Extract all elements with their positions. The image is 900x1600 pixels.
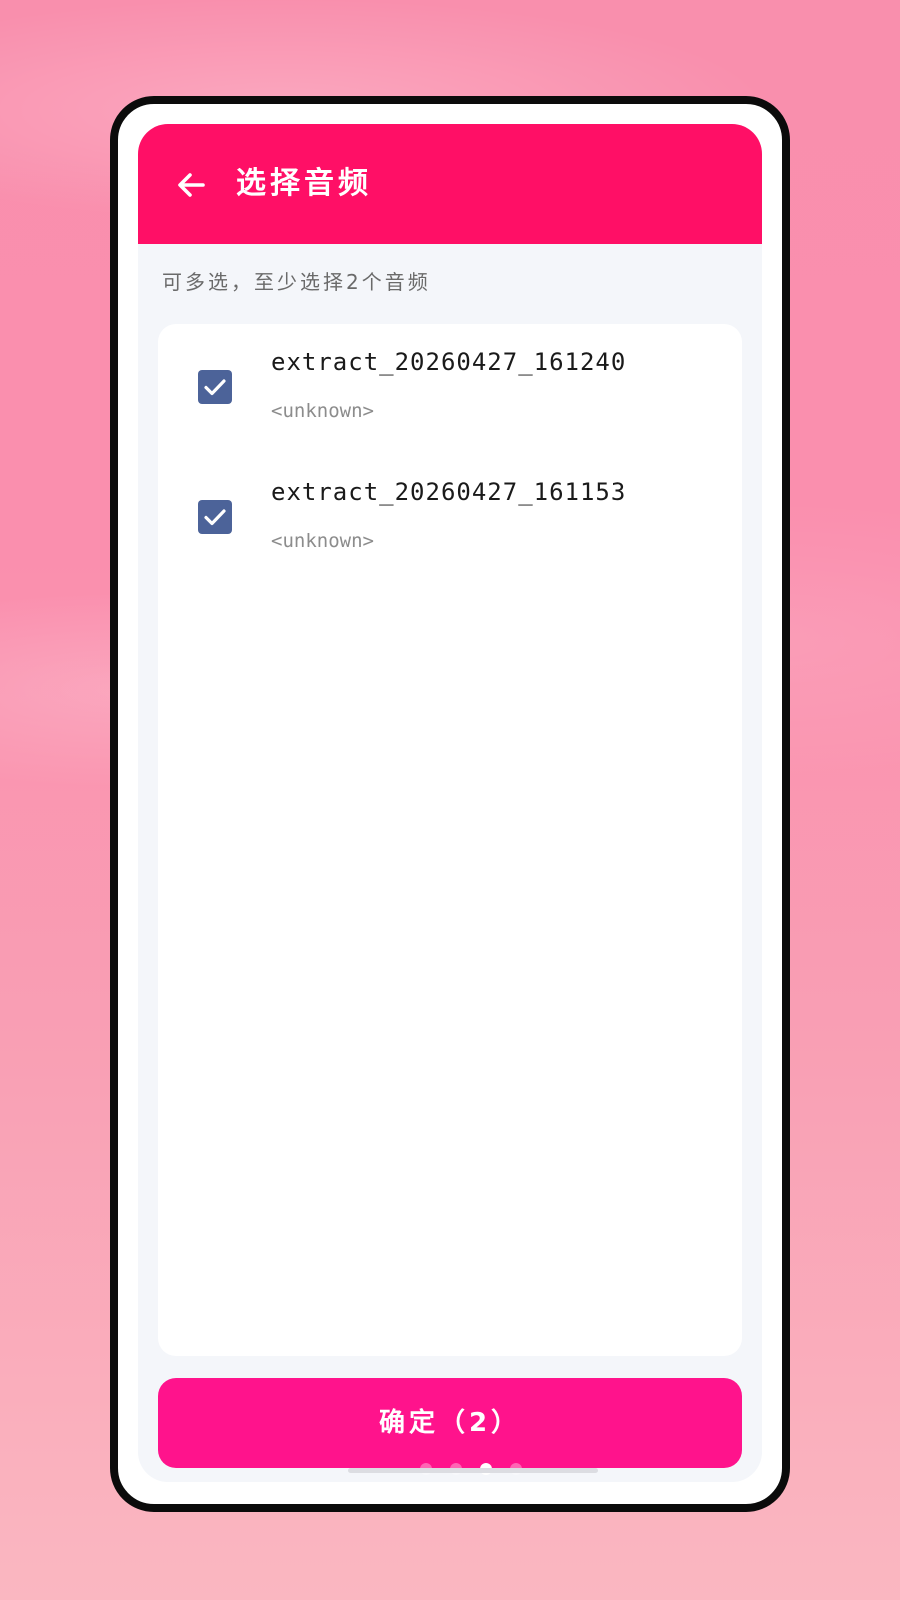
audio-list: extract_20260427_161240 <unknown> extrac… — [158, 324, 742, 1356]
list-item[interactable]: extract_20260427_161153 <unknown> — [158, 454, 742, 574]
home-indicator[interactable] — [348, 1468, 598, 1473]
app-bar: 选择音频 — [138, 124, 762, 244]
audio-artist: <unknown> — [271, 530, 374, 552]
list-item[interactable]: extract_20260427_161240 <unknown> — [158, 324, 742, 444]
checkmark-icon — [204, 379, 226, 396]
checkmark-icon — [204, 509, 226, 526]
arrow-left-icon[interactable] — [174, 168, 208, 202]
checkbox-checked[interactable] — [198, 370, 232, 404]
audio-artist: <unknown> — [271, 400, 374, 422]
checkbox-checked[interactable] — [198, 500, 232, 534]
audio-name: extract_20260427_161153 — [271, 478, 627, 506]
audio-name: extract_20260427_161240 — [271, 348, 627, 376]
phone-frame: 选择音频 可多选，至少选择2个音频 extract_20260427_16124… — [110, 96, 790, 1512]
confirm-button[interactable]: 确定（2） — [158, 1378, 742, 1468]
app-screen: 选择音频 可多选，至少选择2个音频 extract_20260427_16124… — [138, 124, 762, 1482]
selection-hint: 可多选，至少选择2个音频 — [162, 270, 431, 294]
page-title: 选择音频 — [236, 166, 372, 201]
